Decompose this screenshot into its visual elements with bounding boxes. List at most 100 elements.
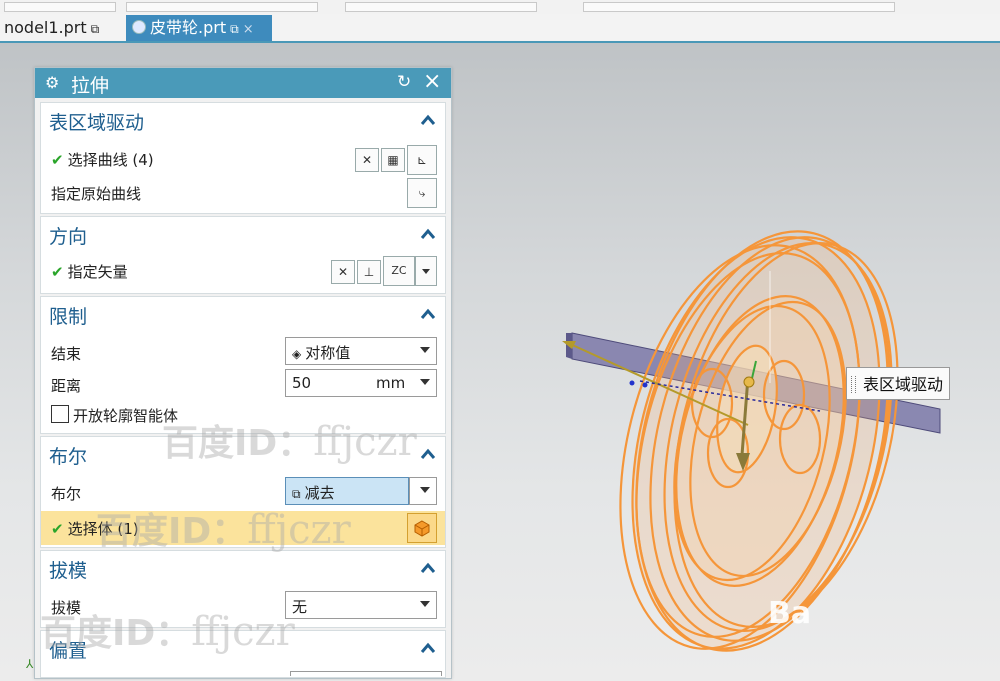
specify-vector-row[interactable]: ✔ 指定矢量 ✕ ⊥ ZC (41, 255, 445, 286)
pulley-rings (619, 230, 899, 652)
section-draft: 拔模 拔模 无 (40, 550, 446, 628)
check-icon: ✔ (51, 520, 64, 538)
end-value: 对称值 (305, 344, 351, 362)
symmetric-icon: ◈ (292, 347, 302, 361)
tab-belt-pulley[interactable]: 皮带轮.prt ⧉ × (126, 15, 272, 41)
sketch-section-icon[interactable]: ▦ (381, 148, 405, 172)
draft-select[interactable]: 无 (285, 591, 437, 619)
toolbar-field[interactable] (583, 2, 895, 12)
chevron-down-icon (420, 601, 430, 607)
offset-field[interactable] (290, 671, 442, 676)
section-header[interactable]: 布尔 (41, 437, 445, 473)
section-title: 布尔 (49, 446, 88, 468)
pin-icon[interactable]: ⧉ (230, 22, 239, 36)
tooltip-text: 表区域驱动 (863, 375, 944, 394)
dialog-titlebar[interactable]: ⚙ 拉伸 ↻ × (35, 68, 451, 98)
section-title: 限制 (49, 306, 88, 328)
chevron-up-icon[interactable] (419, 305, 437, 323)
tab-label: nodel1.prt (4, 18, 87, 37)
section-title: 表区域驱动 (49, 112, 145, 134)
close-icon[interactable]: × (243, 22, 254, 37)
boolean-dropdown[interactable] (409, 477, 437, 505)
chevron-up-icon[interactable] (419, 111, 437, 129)
tab-label: 皮带轮.prt (150, 18, 227, 37)
distance-value: 50 (292, 374, 312, 392)
specify-curve-row[interactable]: 指定原始曲线 ⤷ (41, 177, 445, 208)
boolean-row: 布尔 ⧉ 减去 (41, 477, 445, 507)
select-body-row[interactable]: ✔ 选择体 (1) (41, 511, 445, 545)
draft-value: 无 (292, 598, 308, 616)
toolbar-field[interactable] (4, 2, 116, 12)
curve-select-icon[interactable]: ⊾ (407, 145, 437, 175)
check-icon: ✔ (51, 151, 64, 169)
part-file-icon (132, 20, 146, 34)
drag-handle[interactable] (851, 376, 856, 393)
close-icon[interactable]: × (423, 69, 441, 94)
reverse-direction-icon[interactable]: ✕ (331, 260, 355, 284)
vector-dialog-icon[interactable]: ⊥ (357, 260, 381, 284)
check-icon: ✔ (51, 263, 64, 281)
section-limits: 限制 结束 ◈ 对称值 距离 50 mm 开放轮廓智能体 (40, 296, 446, 434)
snap-point-icon[interactable]: ✕ (355, 148, 379, 172)
document-tabbar: nodel1.prt ⧉ 皮带轮.prt ⧉ × (0, 14, 1000, 43)
body-cube-icon[interactable] (407, 513, 437, 543)
section-header[interactable]: 限制 (41, 297, 445, 333)
chevron-down-icon (422, 269, 430, 274)
section-boolean: 布尔 布尔 ⧉ 减去 ✔ 选择体 (1) (40, 436, 446, 548)
open-profile-row[interactable]: 开放轮廓智能体 (41, 399, 445, 429)
origin-handle (743, 376, 755, 388)
end-label: 结束 (51, 345, 82, 363)
chevron-down-icon[interactable] (420, 379, 430, 385)
select-curve-label: 选择曲线 (4) (67, 151, 154, 169)
boolean-select[interactable]: ⧉ 减去 (285, 477, 409, 505)
draft-label: 拔模 (51, 599, 82, 617)
section-title: 拔模 (49, 560, 88, 582)
subtract-icon: ⧉ (292, 487, 301, 501)
section-header[interactable]: 表区域驱动 (41, 103, 445, 139)
tab-model1[interactable]: nodel1.prt ⧉ (0, 15, 126, 41)
chevron-up-icon[interactable] (419, 559, 437, 577)
zc-vector-icon[interactable]: ZC (383, 256, 415, 286)
gear-icon[interactable]: ⚙ (45, 73, 59, 92)
triad-icon: ⅄ (26, 657, 34, 671)
end-select[interactable]: ◈ 对称值 (285, 337, 437, 365)
section-title: 偏置 (49, 640, 88, 662)
section-offset: 偏置 (40, 630, 446, 678)
distance-row: 距离 50 mm (41, 369, 445, 399)
chevron-down-icon (420, 347, 430, 353)
boolean-label: 布尔 (51, 485, 82, 503)
section-direction: 方向 ✔ 指定矢量 ✕ ⊥ ZC (40, 216, 446, 294)
tooltip: 表区域驱动 (846, 367, 950, 400)
section-header[interactable]: 偏置 (41, 631, 445, 667)
distance-label: 距离 (51, 377, 82, 395)
toolbar-strip (0, 0, 1000, 15)
specify-curve-label: 指定原始曲线 (51, 185, 142, 203)
section-header[interactable]: 方向 (41, 217, 445, 253)
vector-dropdown[interactable] (415, 256, 437, 286)
distance-input[interactable]: 50 mm (285, 369, 437, 397)
select-body-label: 选择体 (1) (67, 520, 139, 538)
logo-watermark: Ba (768, 596, 812, 631)
chevron-up-icon[interactable] (419, 445, 437, 463)
section-header[interactable]: 拔模 (41, 551, 445, 587)
specify-vector-label: 指定矢量 (67, 263, 128, 281)
extrude-dialog: ⚙ 拉伸 ↻ × 表区域驱动 ✔ 选择曲线 (4) ✕ ▦ ⊾ 指定原始曲线 ⤷ … (34, 67, 452, 679)
select-curve-row[interactable]: ✔ 选择曲线 (4) ✕ ▦ ⊾ (41, 143, 445, 175)
chevron-up-icon[interactable] (419, 225, 437, 243)
curve-icon[interactable]: ⤷ (407, 178, 437, 208)
section-title: 方向 (49, 226, 88, 248)
chevron-up-icon[interactable] (419, 639, 437, 657)
open-profile-label: 开放轮廓智能体 (73, 407, 179, 425)
dialog-title: 拉伸 (71, 75, 110, 97)
toolbar-field[interactable] (126, 2, 318, 12)
end-row: 结束 ◈ 对称值 (41, 337, 445, 367)
reset-icon[interactable]: ↻ (397, 72, 411, 92)
chevron-down-icon (420, 487, 430, 493)
pin-icon[interactable]: ⧉ (91, 22, 100, 36)
draft-row: 拔模 无 (41, 591, 445, 621)
toolbar-field[interactable] (345, 2, 537, 12)
boolean-value: 减去 (304, 484, 335, 502)
distance-unit[interactable]: mm (376, 374, 405, 392)
open-profile-checkbox[interactable] (51, 405, 69, 423)
section-region-drive: 表区域驱动 ✔ 选择曲线 (4) ✕ ▦ ⊾ 指定原始曲线 ⤷ (40, 102, 446, 214)
